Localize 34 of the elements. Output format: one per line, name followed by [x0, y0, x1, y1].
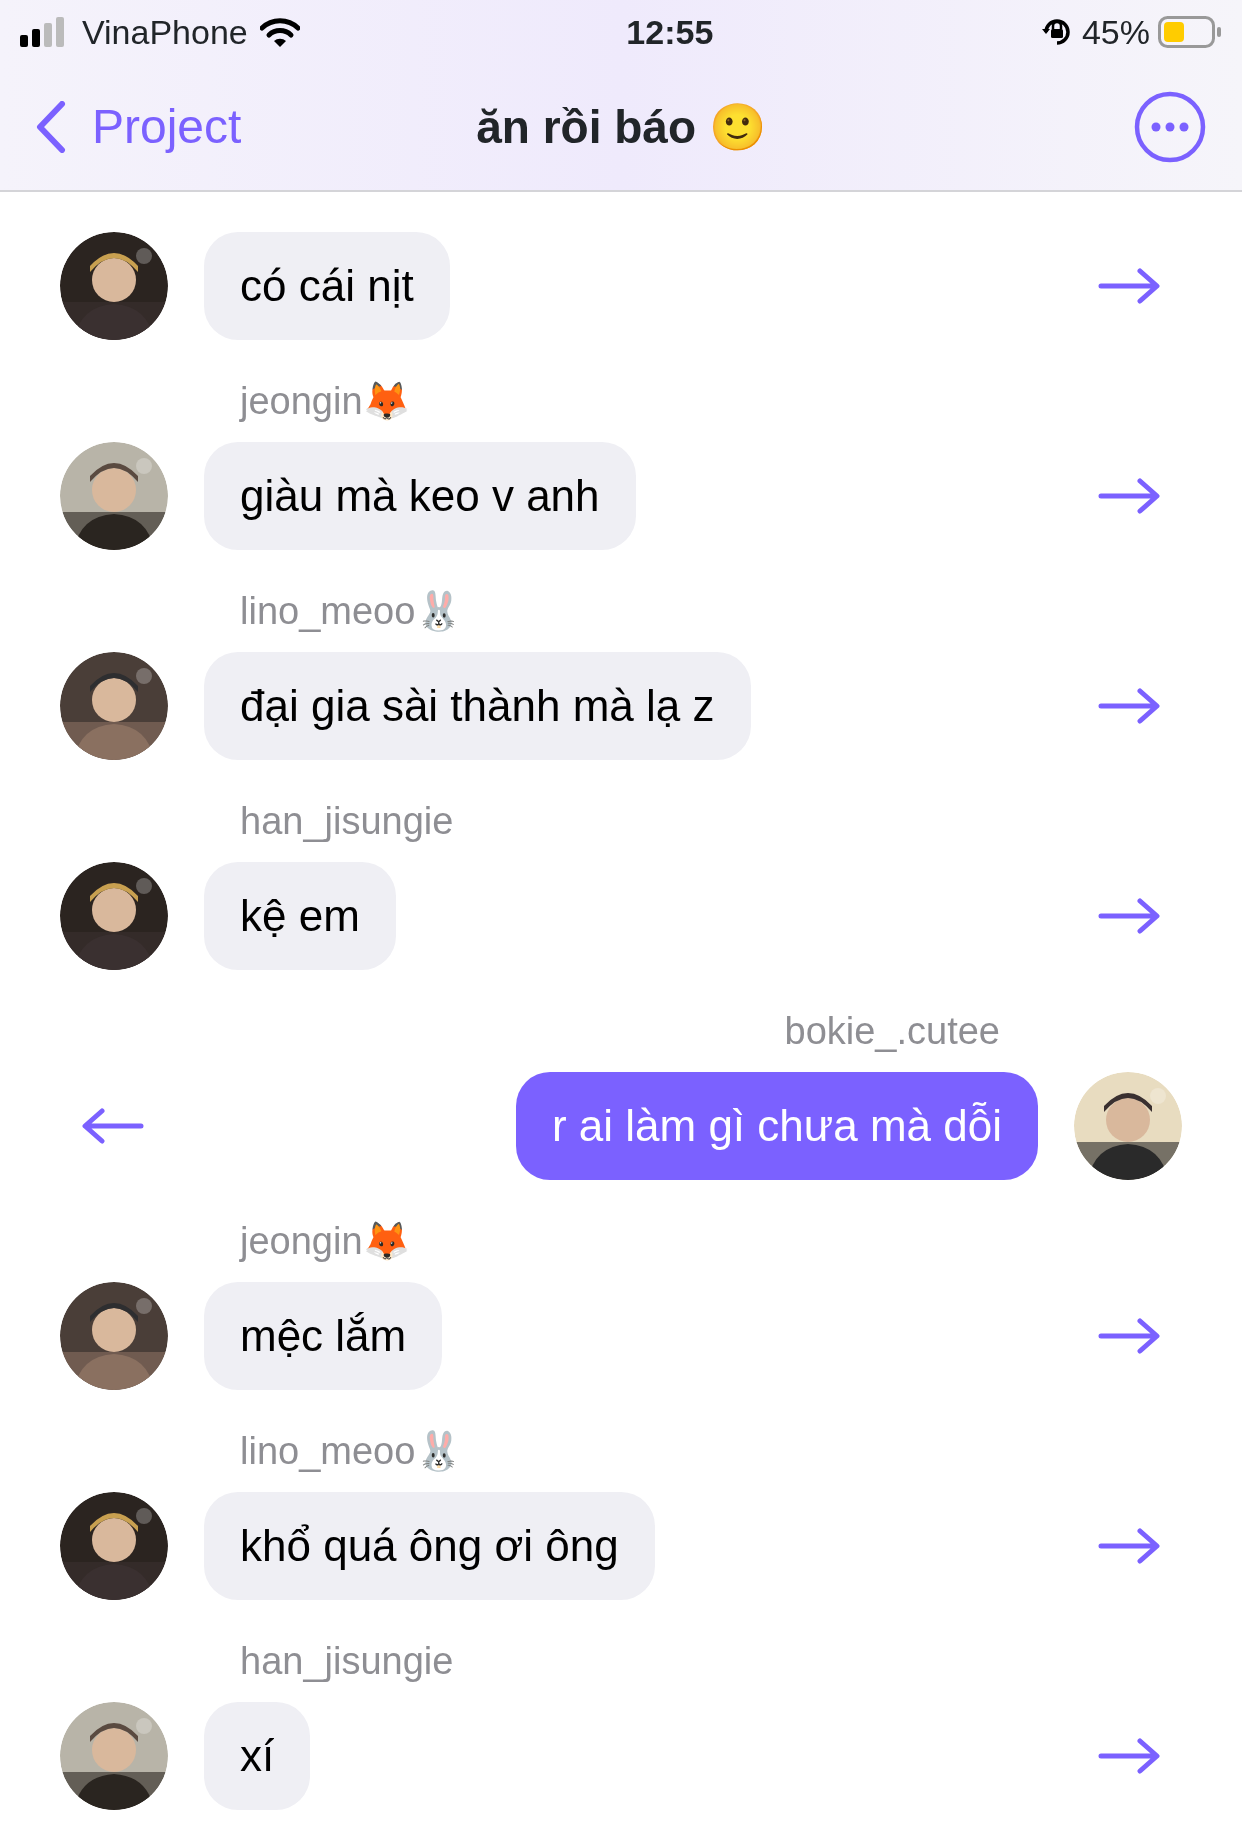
- forward-arrow-icon[interactable]: [1098, 1526, 1160, 1566]
- more-icon: [1134, 91, 1206, 163]
- back-chevron-icon: [36, 101, 66, 153]
- message-bubble: đại gia sài thành mà lạ z: [204, 652, 751, 760]
- clock: 12:55: [626, 11, 714, 53]
- forward-arrow-icon[interactable]: [1098, 896, 1160, 936]
- sender-name: han_jisungie: [240, 799, 454, 844]
- message-bubble: khổ quá ông ơi ông: [204, 1492, 655, 1600]
- battery-icon: [1158, 16, 1222, 48]
- message-bubble: kệ em: [204, 862, 396, 970]
- back-arrow-icon[interactable]: [82, 1106, 144, 1146]
- forward-arrow-icon[interactable]: [1098, 1736, 1160, 1776]
- forward-arrow-icon[interactable]: [1098, 476, 1160, 516]
- battery-percent: 45%: [1081, 11, 1150, 53]
- chat-title: ăn rồi báo 🙂: [476, 99, 766, 155]
- sender-name: lino_meoo🐰: [240, 589, 463, 634]
- more-button[interactable]: [1134, 91, 1206, 163]
- message-bubble: giàu mà keo v anh: [204, 442, 636, 550]
- sender-name: lino_meoo🐰: [240, 1429, 463, 1474]
- forward-arrow-icon[interactable]: [1098, 686, 1160, 726]
- message-bubble: mệc lắm: [204, 1282, 443, 1390]
- sender-name: jeongin🦊: [240, 379, 410, 424]
- message-bubble: r ai làm gì chưa mà dỗi: [515, 1072, 1038, 1180]
- forward-arrow-icon[interactable]: [1098, 1316, 1160, 1356]
- sender-name: bokie_.cutee: [784, 1009, 1000, 1054]
- sender-name: han_jisungie: [240, 1639, 454, 1684]
- carrier-name: VinaPhone: [82, 11, 248, 53]
- sender-name: jeongin🦊: [240, 1219, 410, 1264]
- message-bubble: xí: [204, 1702, 311, 1810]
- signal-icon: [20, 17, 66, 47]
- wifi-icon: [259, 17, 300, 47]
- message-bubble: có cái nịt: [204, 232, 450, 340]
- back-link[interactable]: Project: [36, 91, 242, 163]
- forward-arrow-icon[interactable]: [1098, 266, 1160, 306]
